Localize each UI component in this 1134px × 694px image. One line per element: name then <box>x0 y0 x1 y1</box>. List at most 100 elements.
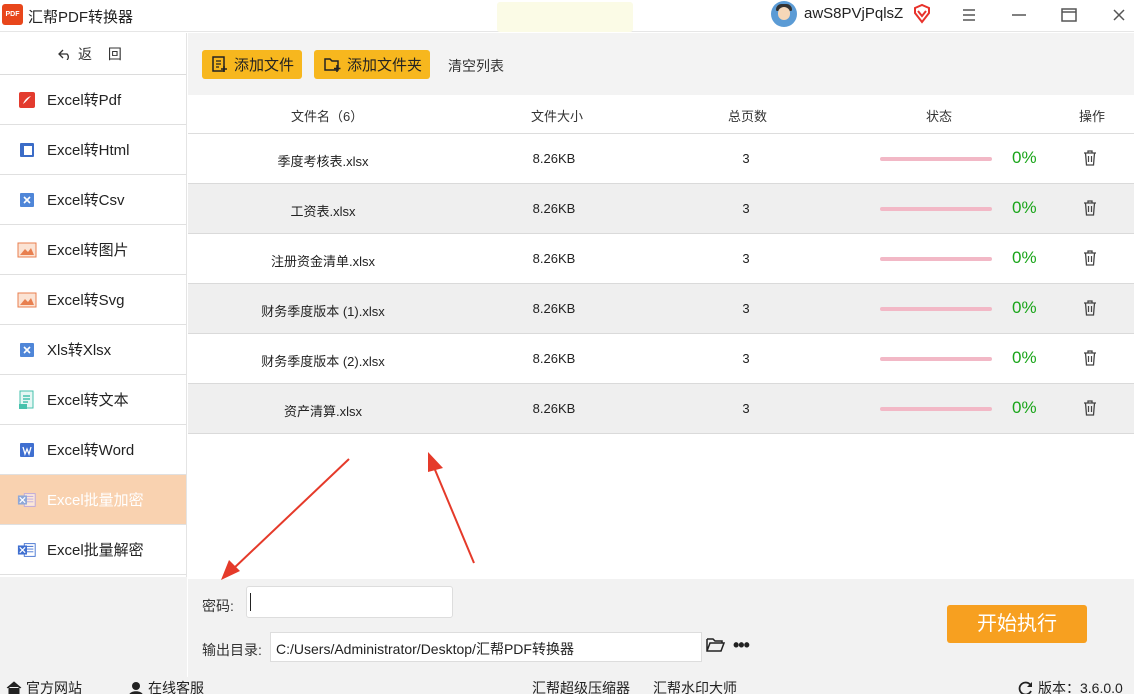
trash-icon[interactable] <box>1083 250 1097 266</box>
vip-diamond-icon[interactable] <box>912 3 932 25</box>
version-label: 版本：3.6.0.0 <box>1038 680 1123 694</box>
add-file-icon <box>212 56 227 72</box>
version-info: 版本：3.6.0.0 <box>1018 678 1123 694</box>
website-link[interactable]: 官方网站 <box>6 678 82 694</box>
trash-icon[interactable] <box>1083 300 1097 316</box>
progress-percent: 0% <box>1012 148 1037 167</box>
trash-icon[interactable] <box>1083 350 1097 366</box>
sidebar-item-excel-text[interactable]: Excel转文本 <box>0 375 186 425</box>
text-caret <box>250 593 251 611</box>
start-button[interactable]: 开始执行 <box>947 605 1087 643</box>
minimize-icon[interactable] <box>999 0 1039 30</box>
svg-icon <box>17 290 37 310</box>
progress-percent: 0% <box>1012 198 1037 217</box>
user-avatar[interactable] <box>771 1 797 27</box>
settings-panel: 密码: 输出目录: C:/Users/Administrator/Desktop… <box>188 579 1134 677</box>
progress-percent: 0% <box>1012 348 1037 367</box>
table-row[interactable]: 工资表.xlsx 8.26KB 3 0% <box>188 184 1134 234</box>
sidebar-item-label: Excel转Word <box>47 442 135 459</box>
cell-pages: 3 <box>742 401 750 416</box>
table-row[interactable]: 注册资金清单.xlsx 8.26KB 3 0% <box>188 234 1134 284</box>
decrypt-icon <box>17 540 37 560</box>
add-folder-button[interactable]: 添加文件夹 <box>314 50 431 79</box>
add-folder-label: 添加文件夹 <box>347 57 423 74</box>
table-empty-area <box>188 434 1134 579</box>
progress-percent: 0% <box>1012 298 1037 317</box>
sidebar-item-excel-encrypt[interactable]: Excel批量加密 <box>0 475 186 525</box>
trash-icon[interactable] <box>1083 150 1097 166</box>
support-label: 在线客服 <box>148 680 204 694</box>
sidebar-item-excel-decrypt[interactable]: Excel批量解密 <box>0 525 186 575</box>
sidebar-item-excel-pdf[interactable]: Excel转Pdf <box>0 75 186 125</box>
sidebar-item-label: Excel转Pdf <box>47 92 122 109</box>
table-row[interactable]: 季度考核表.xlsx 8.26KB 3 0% <box>188 134 1134 184</box>
cell-pages: 3 <box>742 251 750 266</box>
username[interactable]: awS8PVjPqlsZ <box>804 5 903 22</box>
sidebar-item-excel-html[interactable]: Excel转Html <box>0 125 186 175</box>
back-button[interactable]: 返 回 <box>0 33 186 75</box>
add-file-button[interactable]: 添加文件 <box>202 50 303 79</box>
sidebar-item-label: Excel转Csv <box>47 192 125 209</box>
sidebar-item-xls-xlsx[interactable]: Xls转Xlsx <box>0 325 186 375</box>
table-row[interactable]: 资产清算.xlsx 8.26KB 3 0% <box>188 384 1134 434</box>
app-title: 汇帮PDF转换器 <box>28 9 134 26</box>
sidebar-item-excel-csv[interactable]: Excel转Csv <box>0 175 186 225</box>
password-input[interactable] <box>246 586 453 618</box>
back-arrow-icon <box>58 49 69 60</box>
cell-pages: 3 <box>742 301 750 316</box>
support-person-icon <box>129 682 143 694</box>
back-label: 返 回 <box>78 45 128 62</box>
promo-badge[interactable] <box>497 2 633 32</box>
table-row[interactable]: 财务季度版本 (1).xlsx 8.26KB 3 0% <box>188 284 1134 334</box>
close-icon[interactable] <box>1099 0 1134 30</box>
support-link[interactable]: 在线客服 <box>128 678 204 694</box>
header-filename: 文件名（6） <box>291 109 364 124</box>
title-bar: PDF 汇帮PDF转换器 awS8PVjPqlsZ <box>0 0 1134 32</box>
cell-pages: 3 <box>742 201 750 216</box>
add-file-label: 添加文件 <box>234 57 295 74</box>
sidebar-footer-area <box>0 577 187 677</box>
sidebar-item-excel-word[interactable]: Excel转Word <box>0 425 186 475</box>
progress-bar <box>880 157 992 161</box>
header-filesize: 文件大小 <box>531 109 584 124</box>
output-dir-field[interactable]: C:/Users/Administrator/Desktop/汇帮PDF转换器 <box>270 632 702 662</box>
sidebar-item-excel-svg[interactable]: Excel转Svg <box>0 275 186 325</box>
xlsx-icon <box>17 340 37 360</box>
menu-icon[interactable] <box>949 0 989 30</box>
sidebar-item-label: Excel批量解密 <box>47 542 144 559</box>
sidebar-item-label: Excel转图片 <box>47 242 129 259</box>
home-icon <box>6 681 22 694</box>
sidebar-item-label: Excel批量加密 <box>47 492 144 509</box>
progress-bar <box>880 307 992 311</box>
progress-bar <box>880 257 992 261</box>
header-action: 操作 <box>1079 109 1106 124</box>
status-bar: 官方网站 在线客服 汇帮超级压缩器 汇帮水印大师 版本：3.6.0.0 <box>0 677 1134 694</box>
cell-pages: 3 <box>742 151 750 166</box>
progress-bar <box>880 407 992 411</box>
compressor-link[interactable]: 汇帮超级压缩器 <box>532 678 630 694</box>
website-label: 官方网站 <box>26 680 82 694</box>
app-logo: PDF <box>2 4 23 25</box>
progress-bar <box>880 357 992 361</box>
sidebar-item-label: Excel转文本 <box>47 392 129 409</box>
csv-icon <box>17 190 37 210</box>
password-label: 密码: <box>202 598 234 614</box>
html-icon <box>17 140 37 160</box>
trash-icon[interactable] <box>1083 200 1097 216</box>
text-icon <box>17 390 37 410</box>
table-row[interactable]: 财务季度版本 (2).xlsx 8.26KB 3 0% <box>188 334 1134 384</box>
header-pages: 总页数 <box>728 109 768 124</box>
encrypt-icon <box>17 490 37 510</box>
output-dir-label: 输出目录: <box>202 642 262 658</box>
more-options-icon[interactable]: ••• <box>733 636 750 654</box>
cell-pages: 3 <box>742 351 750 366</box>
clear-list-button[interactable]: 清空列表 <box>448 56 504 76</box>
watermark-link[interactable]: 汇帮水印大师 <box>653 678 737 694</box>
sidebar-item-excel-image[interactable]: Excel转图片 <box>0 225 186 275</box>
maximize-icon[interactable] <box>1049 0 1089 30</box>
trash-icon[interactable] <box>1083 400 1097 416</box>
folder-open-icon[interactable] <box>706 637 725 653</box>
sidebar: 返 回 Excel转Pdf Excel转Html Excel转Csv Excel… <box>0 33 187 577</box>
sidebar-item-label: Excel转Html <box>47 142 130 159</box>
image-icon <box>17 240 37 260</box>
